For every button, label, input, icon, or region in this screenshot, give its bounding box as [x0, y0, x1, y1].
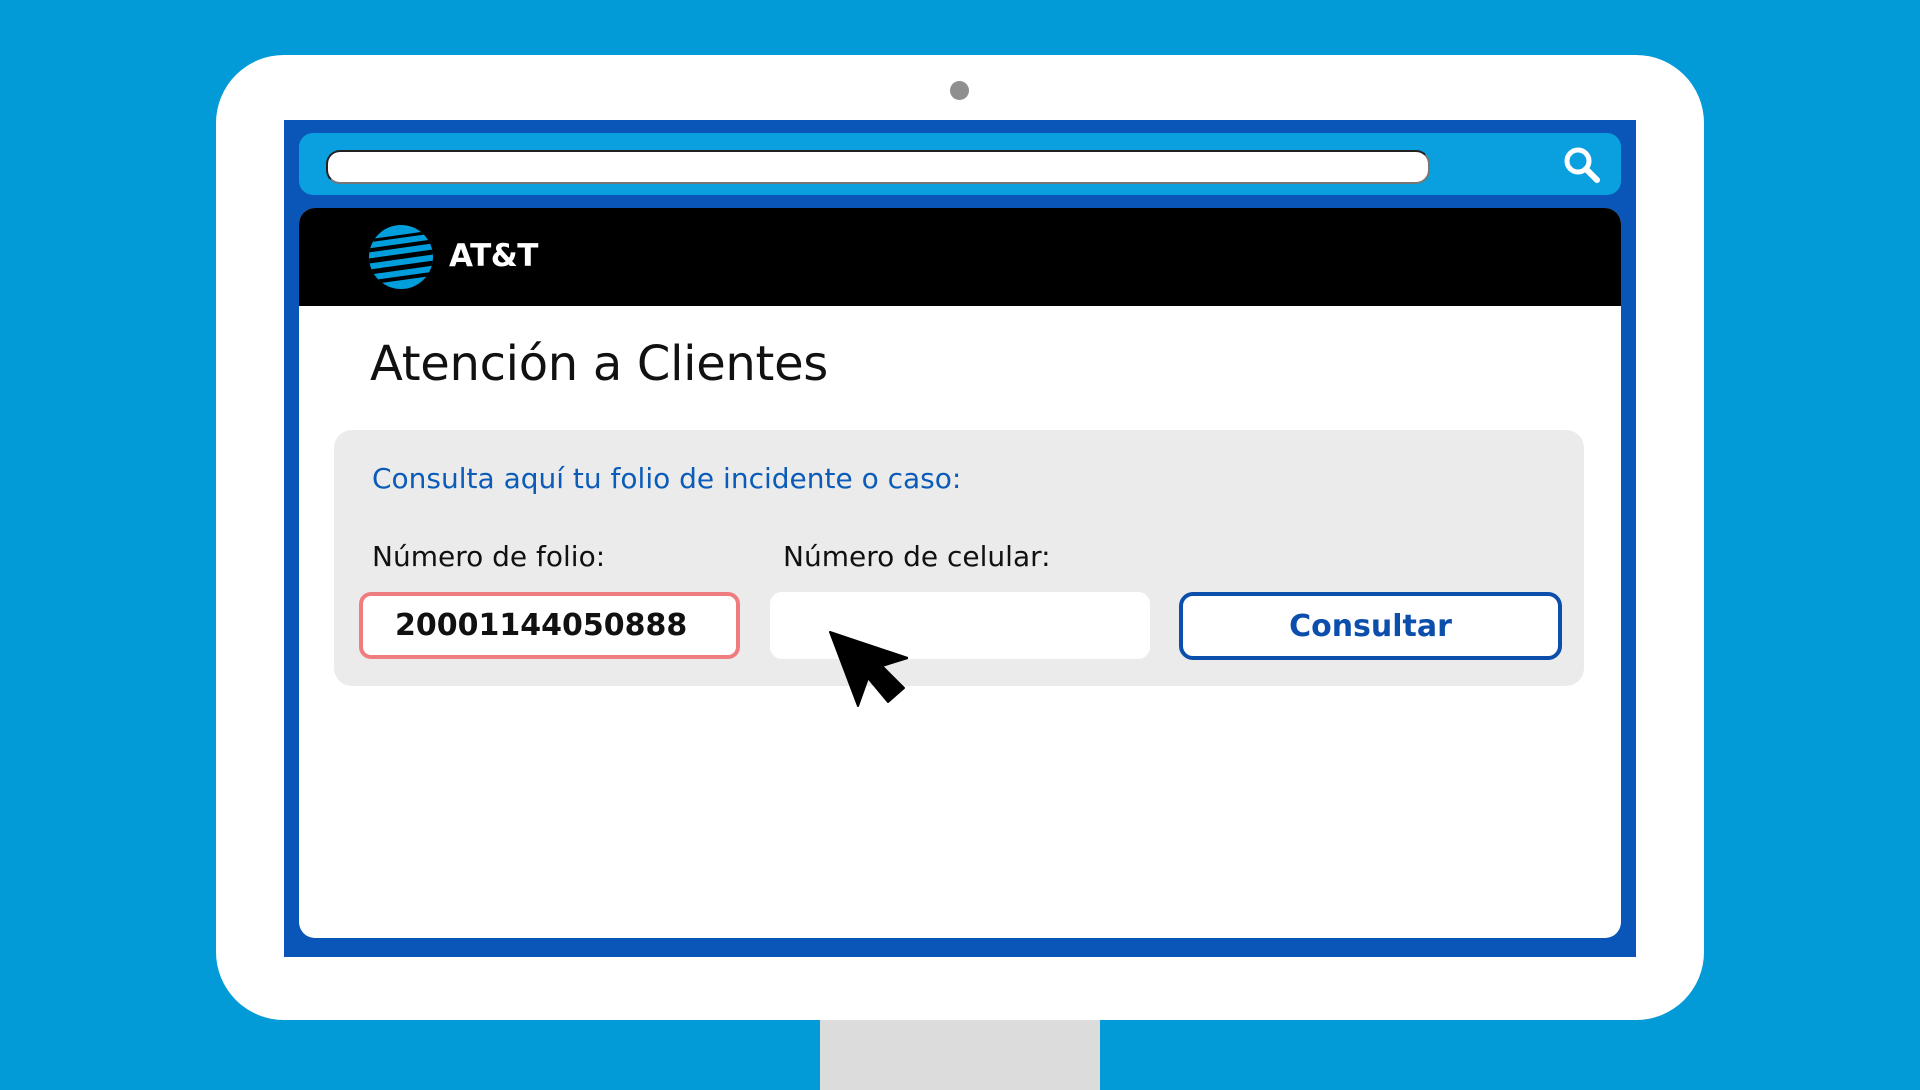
page-title: Atención a Clientes	[370, 336, 829, 392]
panel-intro-text: Consulta aquí tu folio de incidente o ca…	[372, 462, 962, 495]
case-lookup-panel: Consulta aquí tu folio de incidente o ca…	[334, 430, 1584, 686]
search-icon[interactable]	[1561, 145, 1605, 185]
consultar-button[interactable]: Consultar	[1179, 592, 1562, 660]
site-header: AT&T	[299, 208, 1621, 306]
monitor-screen: AT&T Atención a Clientes Consulta aquí t…	[284, 120, 1636, 957]
address-bar[interactable]	[326, 150, 1430, 184]
celular-label: Número de celular:	[783, 540, 1051, 573]
monitor-stand	[820, 1010, 1100, 1090]
browser-toolbar	[299, 133, 1621, 195]
web-page: AT&T Atención a Clientes Consulta aquí t…	[299, 208, 1621, 938]
att-globe-icon	[369, 225, 433, 289]
celular-input[interactable]	[770, 592, 1150, 659]
arrow-cursor-icon	[829, 631, 908, 707]
folio-label: Número de folio:	[372, 540, 606, 573]
att-wordmark: AT&T	[449, 238, 538, 274]
folio-input[interactable]	[359, 592, 740, 659]
webcam-dot	[950, 81, 969, 100]
